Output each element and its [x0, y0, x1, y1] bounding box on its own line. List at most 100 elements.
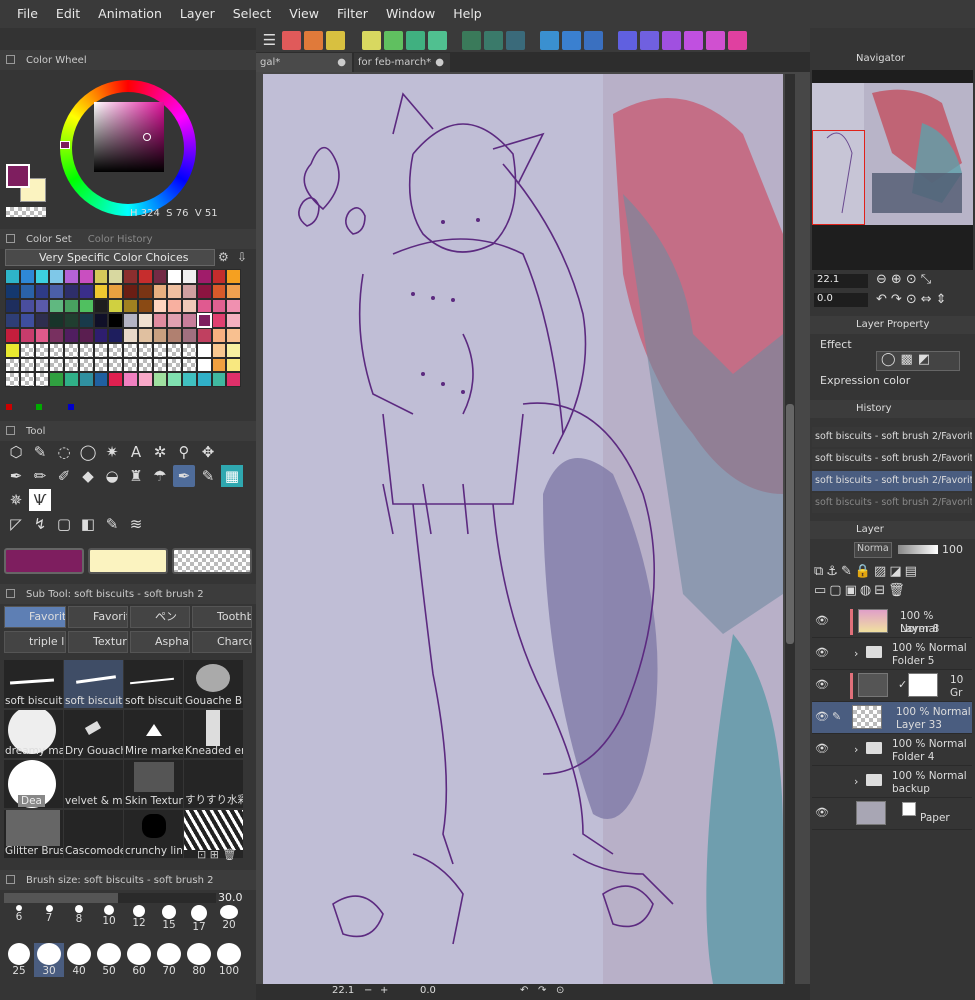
color-swatch[interactable]: [93, 298, 109, 314]
rotate-right-icon[interactable]: ↷: [538, 985, 546, 996]
color-swatch[interactable]: [108, 283, 123, 299]
color-swatch[interactable]: [211, 342, 227, 358]
eye-icon[interactable]: 👁: [815, 614, 829, 628]
color-swatch[interactable]: [108, 328, 123, 343]
history-item[interactable]: soft biscuits - soft brush 2/Favorites (…: [812, 449, 972, 469]
tab-pen[interactable]: ペン: [130, 606, 190, 628]
color-swatch[interactable]: [137, 357, 153, 373]
blend-tool-icon[interactable]: ☂: [149, 465, 171, 487]
menu-window[interactable]: Window: [377, 0, 444, 28]
size-preset[interactable]: 15: [154, 905, 184, 931]
color-swatch[interactable]: [211, 372, 227, 387]
size-preset[interactable]: 60: [124, 943, 154, 977]
color-swatch[interactable]: [167, 342, 182, 358]
brush-item[interactable]: soft biscuits: [124, 660, 183, 708]
balloon-tool-icon[interactable]: ≋: [125, 513, 147, 535]
brush-item[interactable]: Cascomode: [64, 810, 123, 858]
color-swatch[interactable]: [196, 342, 212, 358]
history-item-current[interactable]: soft biscuits - soft brush 2/Favorites (…: [812, 471, 972, 491]
size-preset[interactable]: 17: [184, 905, 214, 933]
size-preset[interactable]: 10: [94, 905, 124, 927]
color-swatch[interactable]: [5, 283, 20, 299]
zoom-readout[interactable]: 22.1: [332, 985, 354, 996]
color-history-tab[interactable]: Color History: [88, 234, 153, 245]
opacity-slider[interactable]: [898, 545, 938, 554]
star-brush-tool-icon[interactable]: ✵: [5, 489, 27, 511]
open-file-icon[interactable]: [304, 30, 323, 50]
size-preset[interactable]: 70: [154, 943, 184, 977]
eye-icon[interactable]: 👁: [815, 646, 829, 660]
color-swatch[interactable]: [93, 269, 109, 284]
brush-item[interactable]: Mire marker: [124, 710, 183, 758]
color-swatch[interactable]: [78, 313, 94, 328]
color-swatch[interactable]: [182, 372, 197, 387]
color-swatch[interactable]: [211, 357, 227, 373]
color-swatch[interactable]: [137, 269, 153, 284]
zoom-out-icon[interactable]: ⊖: [876, 272, 891, 287]
color-swatch[interactable]: [167, 357, 182, 373]
sub-color-bar[interactable]: [88, 548, 168, 574]
pencil-tool-icon[interactable]: ✏: [29, 465, 51, 487]
tab-charcoal[interactable]: Charco: [192, 631, 252, 653]
new-mask-icon[interactable]: ◍: [860, 583, 874, 598]
size-preset[interactable]: 100: [214, 943, 244, 977]
color-swatch[interactable]: [64, 313, 79, 328]
delete-subtool-icon[interactable]: 🗑: [222, 848, 236, 861]
color-swatch[interactable]: [167, 313, 182, 328]
brush-item[interactable]: soft biscuits: [4, 660, 63, 708]
drawing-canvas[interactable]: [263, 74, 783, 984]
object-tool-icon[interactable]: ⬡: [5, 441, 27, 463]
color-set-title[interactable]: Color Set: [26, 234, 72, 245]
size-preset[interactable]: 40: [64, 943, 94, 977]
doc-tab-active[interactable]: gal* ●: [256, 53, 352, 72]
color-swatch[interactable]: [49, 372, 64, 387]
color-swatch[interactable]: [196, 298, 212, 314]
color-swatch[interactable]: [152, 342, 168, 358]
color-swatch[interactable]: [19, 372, 35, 387]
color-swatch[interactable]: [196, 269, 212, 284]
color-swatch[interactable]: [152, 283, 168, 299]
scroll-thumb[interactable]: [786, 404, 794, 644]
main-color-bar[interactable]: [4, 548, 84, 574]
size-preset[interactable]: 25: [4, 943, 34, 977]
reset-rotation-icon[interactable]: ⊙: [556, 985, 564, 996]
color-swatch[interactable]: [34, 372, 50, 387]
color-swatch[interactable]: [211, 283, 227, 299]
rotate-left-icon[interactable]: ↶: [876, 292, 891, 307]
fit-icon[interactable]: ⊙: [906, 272, 921, 287]
eye-icon[interactable]: 👁: [815, 742, 829, 756]
color-swatch[interactable]: [78, 372, 94, 387]
color-swatch[interactable]: [211, 298, 227, 314]
color-swatch[interactable]: [167, 372, 182, 387]
fit-icon[interactable]: [428, 30, 447, 50]
size-preset[interactable]: 80: [184, 943, 214, 977]
tab-favorites-1[interactable]: Favorit: [4, 606, 66, 628]
layer-folder-row[interactable]: 👁 › 100 % Normal Folder 4: [812, 734, 972, 766]
color-swatch[interactable]: [137, 283, 153, 299]
color-swatch[interactable]: [167, 298, 182, 314]
sv-cursor[interactable]: [143, 133, 151, 141]
color-swatch[interactable]: [49, 298, 64, 314]
color-swatch[interactable]: [152, 298, 168, 314]
color-swatch[interactable]: [137, 313, 153, 328]
brush-size-slider[interactable]: [4, 893, 216, 903]
color-swatch[interactable]: [108, 313, 123, 328]
color-swatch[interactable]: [123, 269, 138, 284]
color-swatch[interactable]: [196, 283, 212, 299]
color-swatch[interactable]: [78, 283, 94, 299]
airbrush-tool-icon[interactable]: ♜: [125, 465, 147, 487]
size-preset[interactable]: 12: [124, 905, 154, 929]
layer-ref-icon[interactable]: ⚓: [826, 564, 841, 579]
correct-line-tool-icon[interactable]: ✎: [101, 513, 123, 535]
layer-draft-icon[interactable]: ✎: [841, 564, 855, 579]
color-swatch[interactable]: [182, 328, 197, 343]
layer-row[interactable]: 👁 ✓ 10 Gr: [812, 670, 972, 702]
selection-tool-icon[interactable]: ◌: [53, 441, 75, 463]
transform-icon[interactable]: [384, 30, 403, 50]
pen-tool-icon[interactable]: ✒: [5, 465, 27, 487]
color-swatch[interactable]: [49, 342, 64, 358]
blend-mode-dropdown[interactable]: Norma: [854, 542, 892, 558]
navigator-angle-field[interactable]: 0.0: [814, 293, 868, 307]
lasso-tool-icon[interactable]: ◯: [77, 441, 99, 463]
menu-icon[interactable]: ☰: [260, 31, 279, 50]
